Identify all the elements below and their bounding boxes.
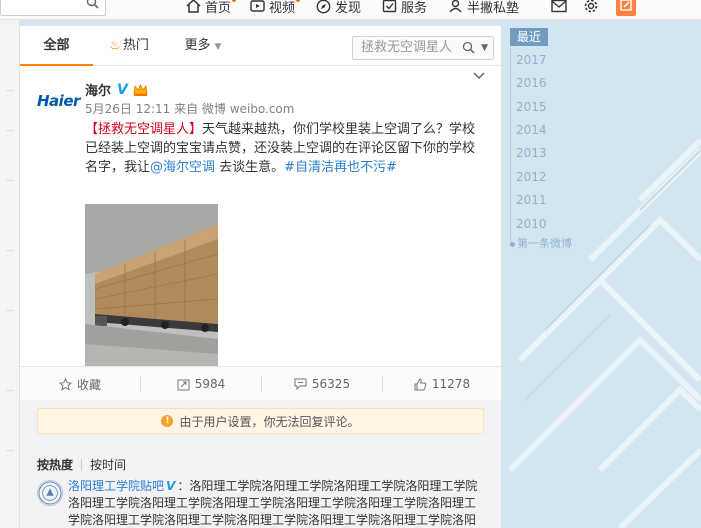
repost-count: 5984 — [194, 377, 226, 391]
like-button[interactable]: 11278 — [383, 367, 501, 401]
top-search-box[interactable] — [0, 0, 106, 16]
compass-icon — [316, 0, 331, 13]
feed-tabs: 全部 ♨ 热门 更多 ▼ 拯救无空调星人 ▼ — [20, 26, 501, 66]
nav-service[interactable]: 服务 — [382, 0, 427, 16]
timeline-year[interactable]: 2015 — [516, 100, 547, 114]
feed-search-input[interactable]: 拯救无空调星人 ▼ — [352, 36, 494, 60]
post-image[interactable] — [85, 204, 218, 382]
timeline-year[interactable]: 2013 — [516, 146, 547, 160]
nav-discover-label: 发现 — [335, 0, 362, 16]
timeline-first-post[interactable]: 第一条微博 — [510, 235, 572, 251]
commenter-avatar[interactable] — [37, 480, 63, 506]
topic-tag[interactable]: 【拯救无空调星人】 — [85, 122, 202, 137]
tab-all[interactable]: 全部 — [20, 26, 93, 66]
top-nav-bar: 首页 视频 发现 服务 半撇私塾 — [0, 0, 701, 20]
divider — [6, 180, 14, 181]
divider — [6, 250, 14, 251]
hashtag-link[interactable]: #自清洁再也不污# — [284, 160, 397, 175]
repost-button[interactable]: 5984 — [141, 367, 261, 401]
divider — [6, 390, 14, 391]
verified-icon: V — [117, 81, 128, 98]
nav-home[interactable]: 首页 — [186, 0, 236, 16]
search-placeholder: 拯救无空调星人 — [361, 40, 453, 55]
warning-icon: ! — [161, 415, 174, 427]
nav-user[interactable]: 半撇私塾 — [448, 0, 519, 16]
flame-icon: ♨ — [109, 38, 121, 53]
repost-icon — [177, 379, 190, 390]
notification-dot — [232, 0, 236, 2]
first-post-label: 第一条微博 — [517, 237, 572, 250]
timeline-recent[interactable]: 最近 — [510, 28, 548, 46]
comment-count: 56325 — [311, 377, 351, 391]
post-text-2: 去谈生意。 — [215, 160, 285, 175]
home-icon — [186, 0, 201, 13]
star-icon — [58, 377, 72, 391]
user-icon — [449, 0, 462, 13]
comment-icon — [294, 378, 307, 390]
nav-user-label: 半撇私塾 — [467, 0, 520, 16]
timeline-year[interactable]: 2016 — [516, 76, 547, 90]
dropdown-icon[interactable]: ▼ — [481, 37, 488, 59]
mention-link[interactable]: @海尔空调 — [150, 160, 215, 175]
nav-service-label: 服务 — [401, 0, 428, 16]
nav-discover[interactable]: 发现 — [316, 0, 361, 16]
comment-text-block: 洛阳理工学院贴吧 V ：洛阳理工学院洛阳理工学院洛阳理工学院洛阳理工学院洛阳理工学院… — [68, 478, 484, 528]
settings-button[interactable] — [583, 0, 599, 16]
notice-text: 由于用户设置，你无法回复评论。 — [179, 414, 360, 429]
left-sidebar-edge — [0, 20, 20, 528]
timeline-year[interactable]: 2012 — [516, 170, 547, 184]
post-action-bar: 收藏 5984 56325 11278 — [20, 366, 501, 400]
sort-by-time[interactable]: 按时间 — [90, 456, 126, 473]
service-icon — [382, 0, 397, 13]
timeline-year[interactable]: 2010 — [516, 217, 547, 231]
edit-icon — [620, 0, 632, 11]
comment-disabled-notice: ! 由于用户设置，你无法回复评论。 — [37, 408, 484, 434]
nav-video[interactable]: 视频 — [250, 0, 300, 16]
tab-hot-label: 热门 — [122, 38, 149, 53]
favorite-button[interactable]: 收藏 — [20, 367, 140, 401]
divider — [81, 458, 83, 471]
compose-button[interactable] — [616, 0, 636, 16]
chevron-down-icon[interactable] — [473, 72, 485, 80]
timeline-line — [510, 46, 511, 246]
verified-icon: V — [166, 479, 176, 493]
nav-home-label: 首页 — [205, 0, 232, 16]
sort-by-hot[interactable]: 按热度 — [37, 456, 73, 473]
comment-section: ! 由于用户设置，你无法回复评论。 按热度 按时间 洛阳理工学院贴吧 V ：洛阳理工… — [20, 400, 501, 528]
post-content: 【拯救无空调星人】天气越来越热，你们学校里装上空调了么？学校已经装上空调的宝宝请… — [85, 120, 487, 177]
thumbs-up-icon — [414, 377, 427, 390]
avatar-logo-text: Haier — [37, 92, 80, 110]
post-meta: 5月26日 12:11 来自 微博 weibo.com — [85, 102, 295, 116]
commenter-name[interactable]: 洛阳理工学院贴吧 — [68, 479, 164, 493]
author-avatar[interactable]: Haier — [37, 86, 80, 116]
search-icon[interactable] — [86, 0, 99, 9]
nav-video-label: 视频 — [269, 0, 296, 16]
caret-down-icon: ▼ — [214, 42, 222, 52]
comment-button[interactable]: 56325 — [262, 367, 382, 401]
main-feed: 全部 ♨ 热门 更多 ▼ 拯救无空调星人 ▼ Haier 海尔 V 5月26日 12… — [20, 26, 501, 528]
divider — [6, 310, 14, 311]
like-count: 11278 — [431, 377, 471, 391]
divider — [6, 450, 14, 451]
favorite-label: 收藏 — [76, 377, 101, 392]
tab-hot[interactable]: ♨ 热门 — [109, 26, 149, 66]
divider — [6, 90, 14, 91]
gear-icon — [584, 0, 598, 13]
vip-crown-icon — [133, 84, 148, 96]
tab-more[interactable]: 更多 ▼ — [180, 26, 226, 66]
timeline-year[interactable]: 2011 — [516, 193, 547, 207]
mail-icon — [551, 0, 567, 13]
messages-button[interactable] — [551, 0, 567, 16]
video-icon — [250, 0, 265, 12]
comment-sort: 按热度 按时间 — [37, 456, 126, 473]
author-name[interactable]: 海尔 V — [85, 80, 148, 99]
timeline-dot — [510, 241, 515, 247]
divider — [6, 130, 14, 131]
timeline-year[interactable]: 2017 — [516, 53, 547, 67]
notification-dot — [296, 0, 300, 2]
author-name-text: 海尔 — [85, 84, 112, 99]
tab-more-label: 更多 — [184, 38, 211, 53]
timeline-year[interactable]: 2014 — [516, 123, 547, 137]
search-icon[interactable] — [462, 41, 475, 54]
